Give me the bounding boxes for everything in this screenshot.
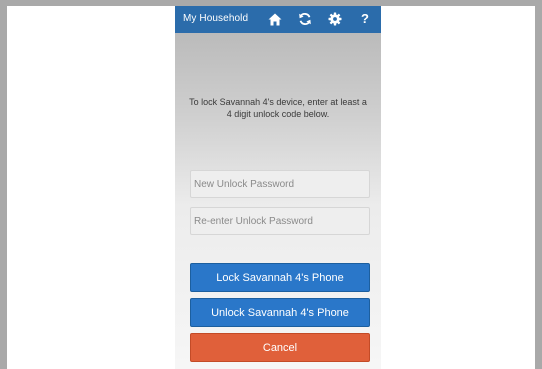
frame-left-border [0, 0, 7, 369]
gear-icon[interactable] [327, 11, 343, 27]
app-header: My Household ? [175, 6, 381, 33]
help-icon[interactable]: ? [357, 11, 373, 27]
app-title: My Household [183, 13, 249, 24]
lock-phone-button-label: Lock Savannah 4's Phone [216, 271, 344, 284]
unlock-phone-button[interactable]: Unlock Savannah 4's Phone [190, 298, 370, 327]
home-icon[interactable] [267, 11, 283, 27]
new-unlock-password-input[interactable] [190, 170, 370, 198]
refresh-icon[interactable] [297, 11, 313, 27]
cancel-button[interactable]: Cancel [190, 333, 370, 362]
lock-instructions: To lock Savannah 4's device, enter at le… [189, 97, 367, 119]
lock-phone-button[interactable]: Lock Savannah 4's Phone [190, 263, 370, 292]
unlock-phone-button-label: Unlock Savannah 4's Phone [211, 306, 349, 319]
reenter-unlock-password-input[interactable] [190, 207, 370, 235]
cancel-button-label: Cancel [262, 341, 298, 354]
help-glyph: ? [361, 11, 369, 26]
phone-screen: My Household ? To lock Savannah 4's devi… [175, 6, 381, 369]
frame-right-border [535, 0, 542, 369]
